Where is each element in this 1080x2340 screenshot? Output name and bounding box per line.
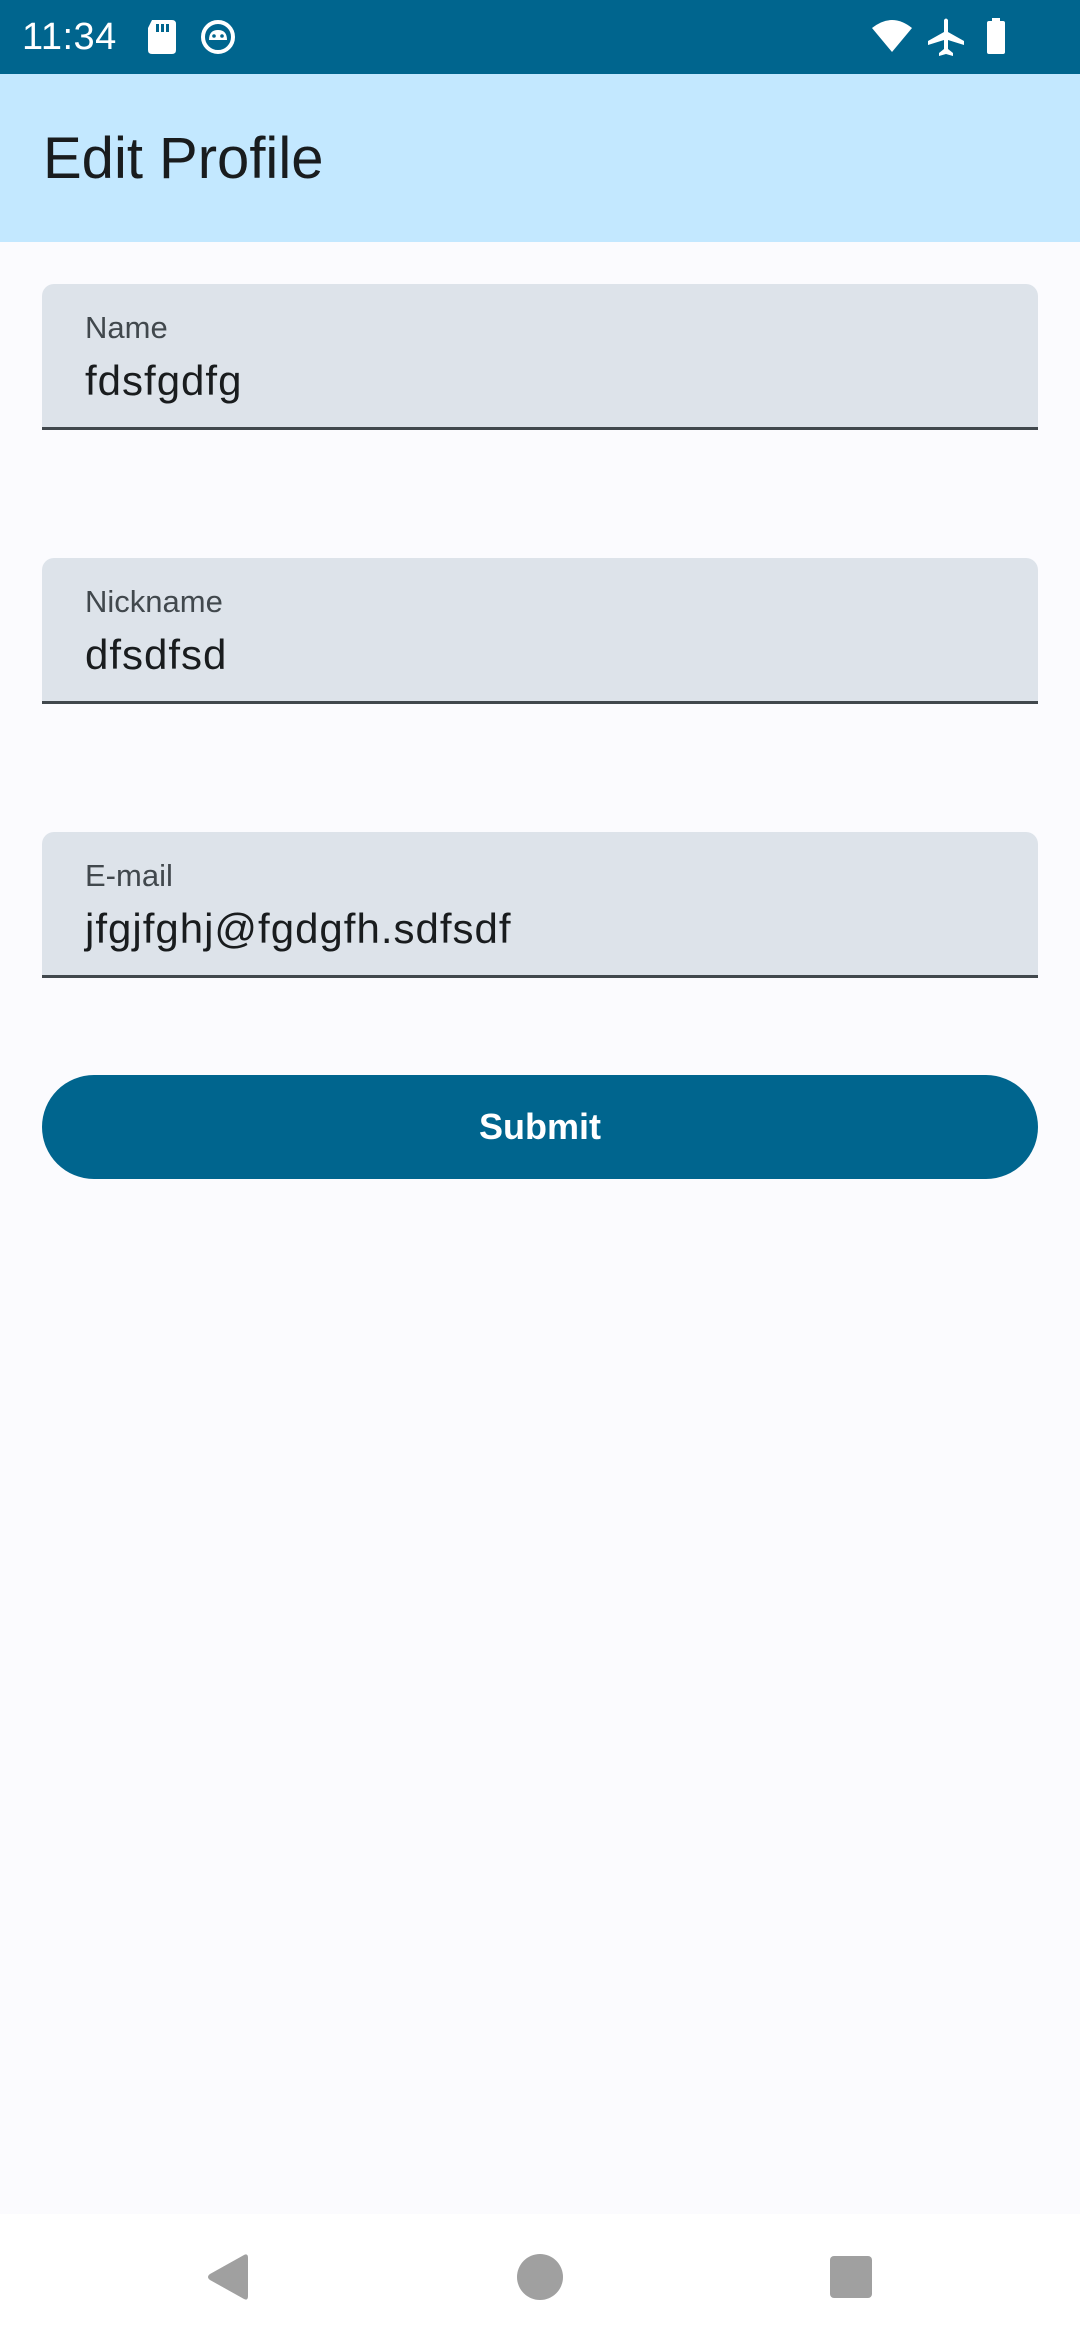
airplane-mode-icon — [928, 18, 964, 56]
nickname-field[interactable]: Nickname dfsdfsd — [42, 558, 1038, 704]
battery-icon — [987, 18, 1005, 54]
app-bar: Edit Profile — [0, 74, 1080, 242]
email-field[interactable]: E-mail jfgjfghj@fgdgfh.sdfsdf — [42, 832, 1038, 978]
submit-button[interactable]: Submit — [42, 1075, 1038, 1179]
name-field-label: Name — [85, 310, 168, 345]
status-time: 11:34 — [22, 16, 117, 58]
name-field-value[interactable]: fdsfgdfg — [85, 356, 242, 406]
name-field[interactable]: Name fdsfgdfg — [42, 284, 1038, 430]
system-nav-bar — [0, 2214, 1080, 2340]
wifi-icon — [872, 20, 912, 52]
nickname-field-value[interactable]: dfsdfsd — [85, 630, 227, 680]
email-field-value[interactable]: jfgjfghj@fgdgfh.sdfsdf — [85, 904, 512, 954]
back-icon[interactable] — [198, 2247, 258, 2307]
sd-card-icon — [148, 20, 176, 54]
nickname-field-label: Nickname — [85, 584, 223, 619]
email-field-label: E-mail — [85, 858, 173, 893]
home-icon[interactable] — [510, 2247, 570, 2307]
recents-icon[interactable] — [821, 2247, 881, 2307]
android-debug-icon — [201, 20, 235, 54]
status-bar: 11:34 — [0, 0, 1080, 74]
page-title: Edit Profile — [43, 126, 324, 191]
